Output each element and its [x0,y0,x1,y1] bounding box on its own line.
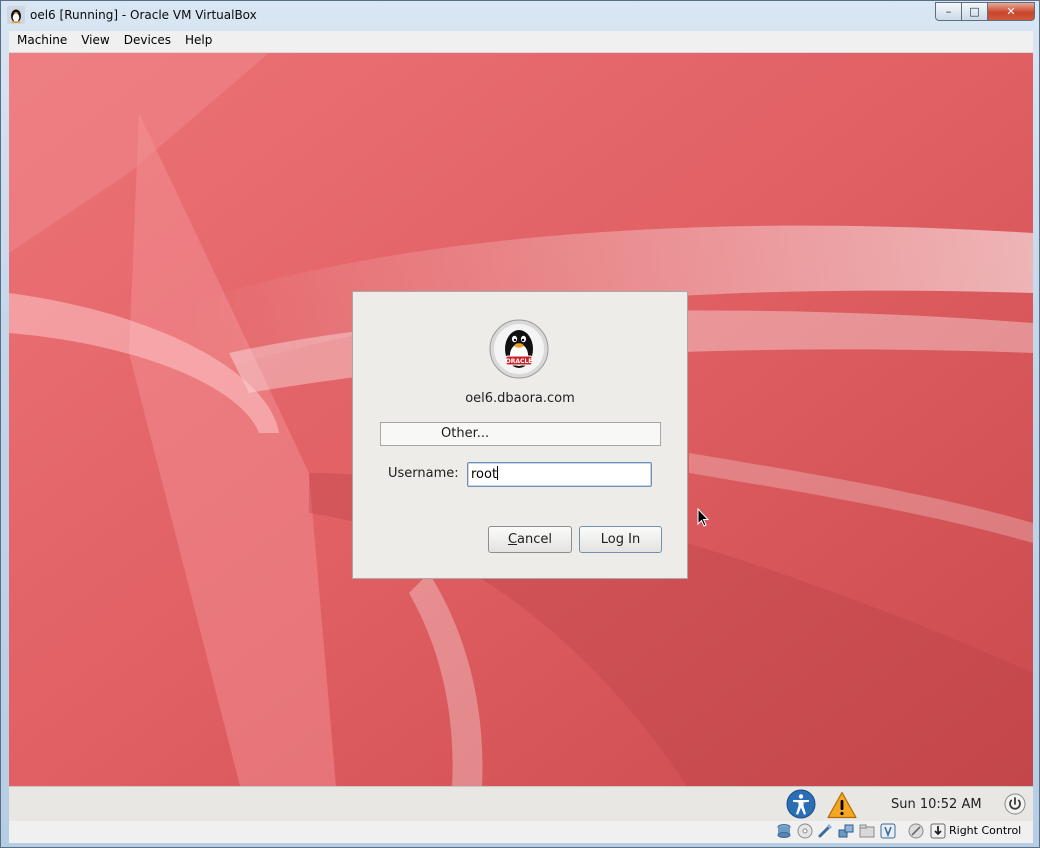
maximize-button[interactable]: □ [962,2,988,21]
menu-devices[interactable]: Devices [116,31,177,52]
host-key-icon[interactable] [930,823,946,839]
close-button[interactable]: ✕ [988,2,1035,21]
gnome-bottom-panel: Sun 10:52 AM [9,786,1033,821]
login-button[interactable]: Log In [579,526,662,553]
menu-view[interactable]: View [73,31,115,52]
menu-help[interactable]: Help [177,31,218,52]
oracle-linux-penguin-icon: ORACLE [489,319,549,379]
video-capture-icon[interactable] [880,823,896,839]
menu-machine[interactable]: Machine [9,31,73,52]
cancel-mnemonic: C [507,532,518,547]
virtualbox-window: oel6 [Running] - Oracle VM VirtualBox – … [0,0,1040,848]
mouse-integration-icon[interactable] [908,823,924,839]
cancel-label: ancel [517,532,553,547]
warning-icon[interactable] [827,791,857,819]
text-caret [497,466,499,480]
vm-screen[interactable]: ORACLE oel6.dbaora.com Other... Username… [9,53,1033,821]
usb-icon[interactable] [817,823,833,839]
network-icon[interactable] [838,823,854,839]
logo-text: ORACLE [506,358,533,365]
title-bar[interactable]: oel6 [Running] - Oracle VM VirtualBox – … [1,1,1040,31]
penguin-app-icon [7,6,25,24]
hard-disk-icon[interactable] [776,823,792,839]
shared-folders-icon[interactable] [859,823,875,839]
power-icon[interactable] [1004,793,1026,815]
hostname-label: oel6.dbaora.com [465,391,575,406]
username-value: root [471,467,498,482]
host-key-label: Right Control [949,824,1022,837]
accessibility-icon[interactable] [786,789,816,819]
virtualbox-status-bar: Right Control [9,821,1033,843]
optical-drive-icon[interactable] [797,823,813,839]
window-controls: – □ ✕ [935,2,1035,21]
cancel-button[interactable]: Cancel [488,526,572,553]
minimize-button[interactable]: – [935,2,962,21]
username-input[interactable]: root [467,462,652,487]
other-user-button[interactable]: Other... [380,422,661,446]
panel-clock[interactable]: Sun 10:52 AM [891,797,982,812]
mouse-pointer-icon [697,508,710,527]
window-title: oel6 [Running] - Oracle VM VirtualBox [30,8,257,22]
username-label: Username: [388,466,459,481]
menu-bar: Machine View Devices Help [9,31,1033,53]
login-dialog: ORACLE oel6.dbaora.com Other... Username… [352,291,688,579]
